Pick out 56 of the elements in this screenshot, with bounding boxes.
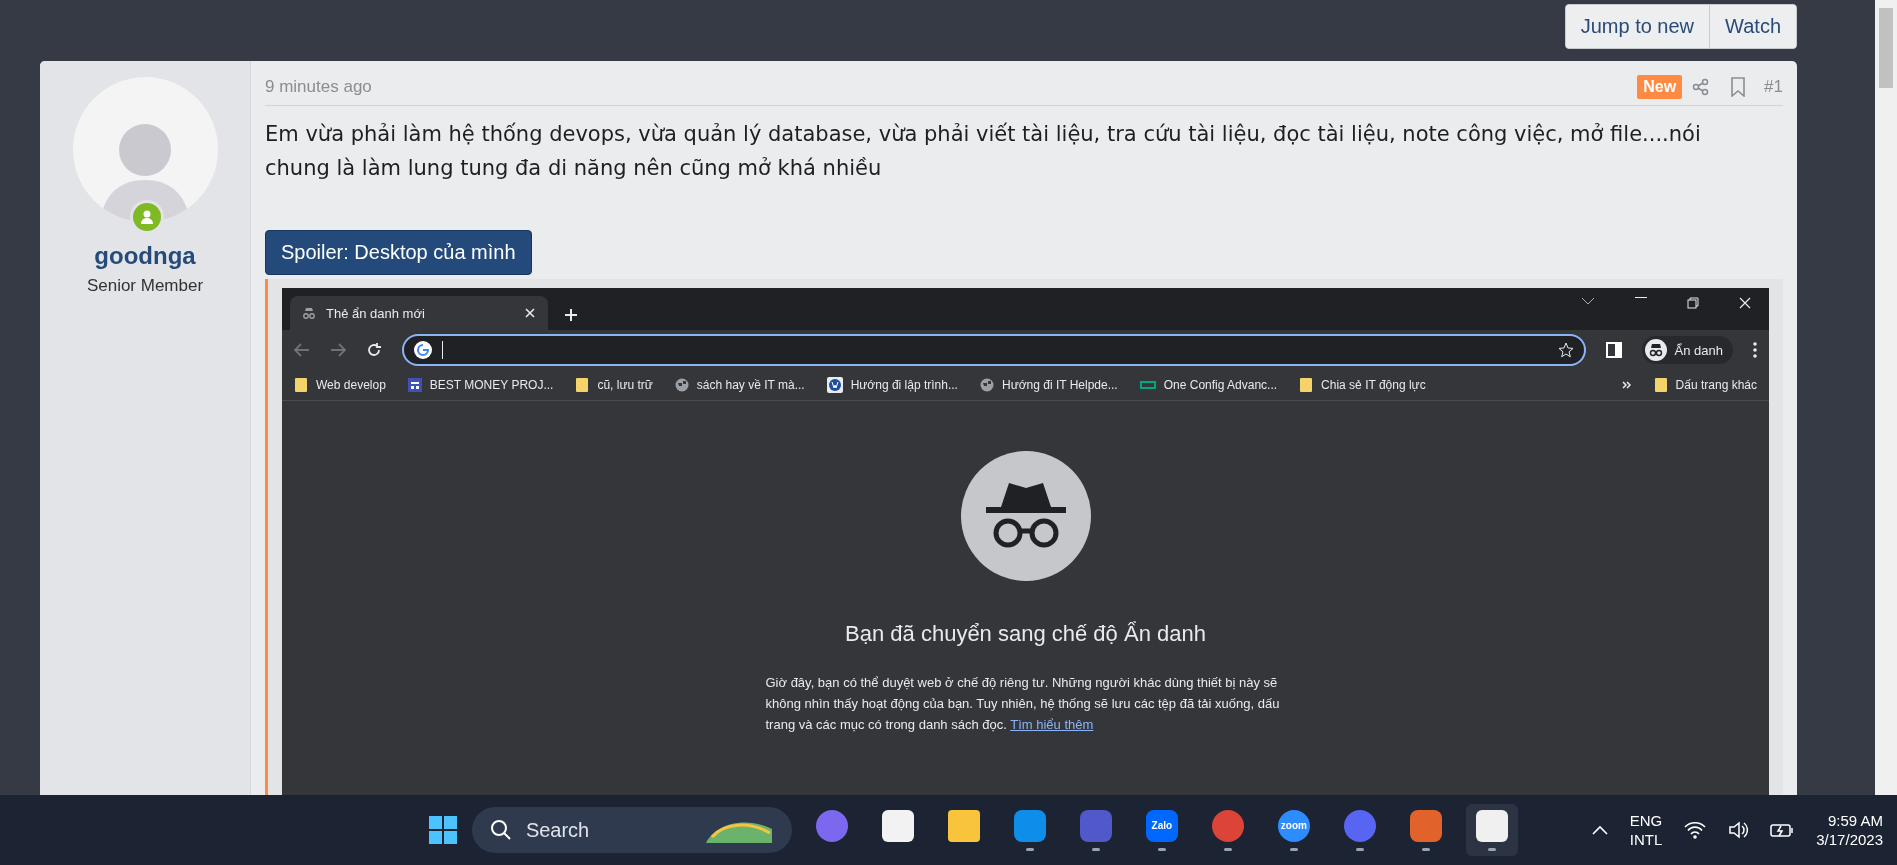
chevron-up-icon[interactable] bbox=[1591, 825, 1608, 835]
close-icon[interactable] bbox=[1739, 297, 1751, 310]
user-title: Senior Member bbox=[86, 276, 204, 296]
close-icon[interactable] bbox=[524, 307, 536, 320]
thread-action-button[interactable]: Watch bbox=[1709, 5, 1796, 48]
globe-icon bbox=[674, 378, 689, 393]
folder-icon bbox=[575, 377, 590, 394]
taskbar-app-button[interactable]: Zalo bbox=[1135, 804, 1188, 856]
bookmark-item[interactable]: cũ, lưu trữ bbox=[575, 377, 653, 394]
clock[interactable]: 9:59 AM 3/17/2023 bbox=[1816, 810, 1883, 850]
bookmark-item[interactable]: Dấu trang khác bbox=[1653, 377, 1757, 394]
bookmark-item[interactable]: Hướng đi lập trình... bbox=[826, 377, 958, 394]
more-icon[interactable] bbox=[1753, 342, 1757, 359]
taskbar-app-button[interactable] bbox=[1465, 804, 1518, 856]
start-icon[interactable] bbox=[427, 815, 458, 845]
blog-icon bbox=[826, 377, 843, 394]
speaker-icon[interactable] bbox=[1728, 821, 1749, 839]
bookmark-item[interactable]: sách hay về IT mà... bbox=[674, 378, 805, 393]
bookmark-item[interactable]: Web develop bbox=[294, 377, 386, 394]
star-icon[interactable] bbox=[1557, 342, 1574, 359]
reload-icon[interactable] bbox=[366, 342, 382, 359]
incognito-heading: Bạn đã chuyển sang chế độ Ẩn danh bbox=[845, 621, 1206, 648]
bookmark-item[interactable]: Chia sẻ IT động lực bbox=[1299, 377, 1426, 394]
wifi-icon[interactable] bbox=[1684, 821, 1707, 839]
taskbar-search[interactable]: Search bbox=[471, 807, 792, 853]
forward-icon[interactable] bbox=[330, 343, 346, 358]
board-icon bbox=[407, 378, 422, 393]
scrollbar[interactable] bbox=[1875, 0, 1897, 795]
post-text: Em vừa phải làm hệ thống devops, vừa quản lý database, vừa phải viết tài liệu, tra cứu tài liệu, đọc tài liệu, note công việc, mở file....nói chung là làm lung tung đa di năng nên cũng mở khá nhiều bbox=[265, 121, 1702, 182]
folder-icon bbox=[1299, 377, 1314, 394]
google-icon bbox=[414, 341, 432, 360]
folder-icon bbox=[294, 377, 308, 394]
spoiler-button[interactable]: Spoiler: Desktop của mình bbox=[265, 230, 532, 276]
back-icon[interactable] bbox=[294, 343, 310, 358]
search-icon bbox=[489, 819, 512, 841]
double-chevron-icon[interactable] bbox=[1621, 381, 1632, 390]
username[interactable]: goodnga bbox=[94, 242, 196, 270]
address-bar[interactable] bbox=[402, 334, 1586, 367]
profile-button[interactable]: Ẩn danh bbox=[1641, 336, 1733, 365]
browser-tab[interactable]: Thẻ ẩn danh mới bbox=[290, 296, 548, 331]
bookmark-item[interactable]: BEST MONEY PROJ... bbox=[407, 378, 554, 393]
learn-more-link[interactable]: Tìm hiểu thêm bbox=[1010, 716, 1094, 732]
bookmark-item[interactable]: Hướng đi IT Helpde... bbox=[979, 378, 1118, 393]
side-panel-icon[interactable] bbox=[1605, 342, 1622, 359]
folder-icon bbox=[1653, 377, 1668, 394]
restore-icon[interactable] bbox=[1687, 297, 1699, 310]
bar-icon bbox=[1139, 381, 1156, 390]
incognito-description: Giờ đây, bạn có thể duyệt web ở chế độ riêng tư. Những người khác dùng thiết bị này sẽ không nhìn thấy hoạt động của bạn. Tuy nhiên, hệ thống sẽ lưu các tệp đã tải xuống, dấu trang và các mục có trong danh sách đọc. Tìm hiểu thêm bbox=[765, 674, 1281, 734]
incognito-icon bbox=[1644, 339, 1667, 362]
battery-icon[interactable] bbox=[1770, 822, 1795, 838]
new-tab-icon[interactable] bbox=[564, 308, 578, 323]
globe-icon bbox=[979, 378, 994, 393]
language-indicator[interactable]: ENG INTL bbox=[1629, 810, 1663, 850]
new-label: New bbox=[1637, 75, 1683, 99]
incognito-icon bbox=[302, 307, 316, 320]
bookmark-item[interactable]: One Config Advanc... bbox=[1139, 378, 1278, 393]
